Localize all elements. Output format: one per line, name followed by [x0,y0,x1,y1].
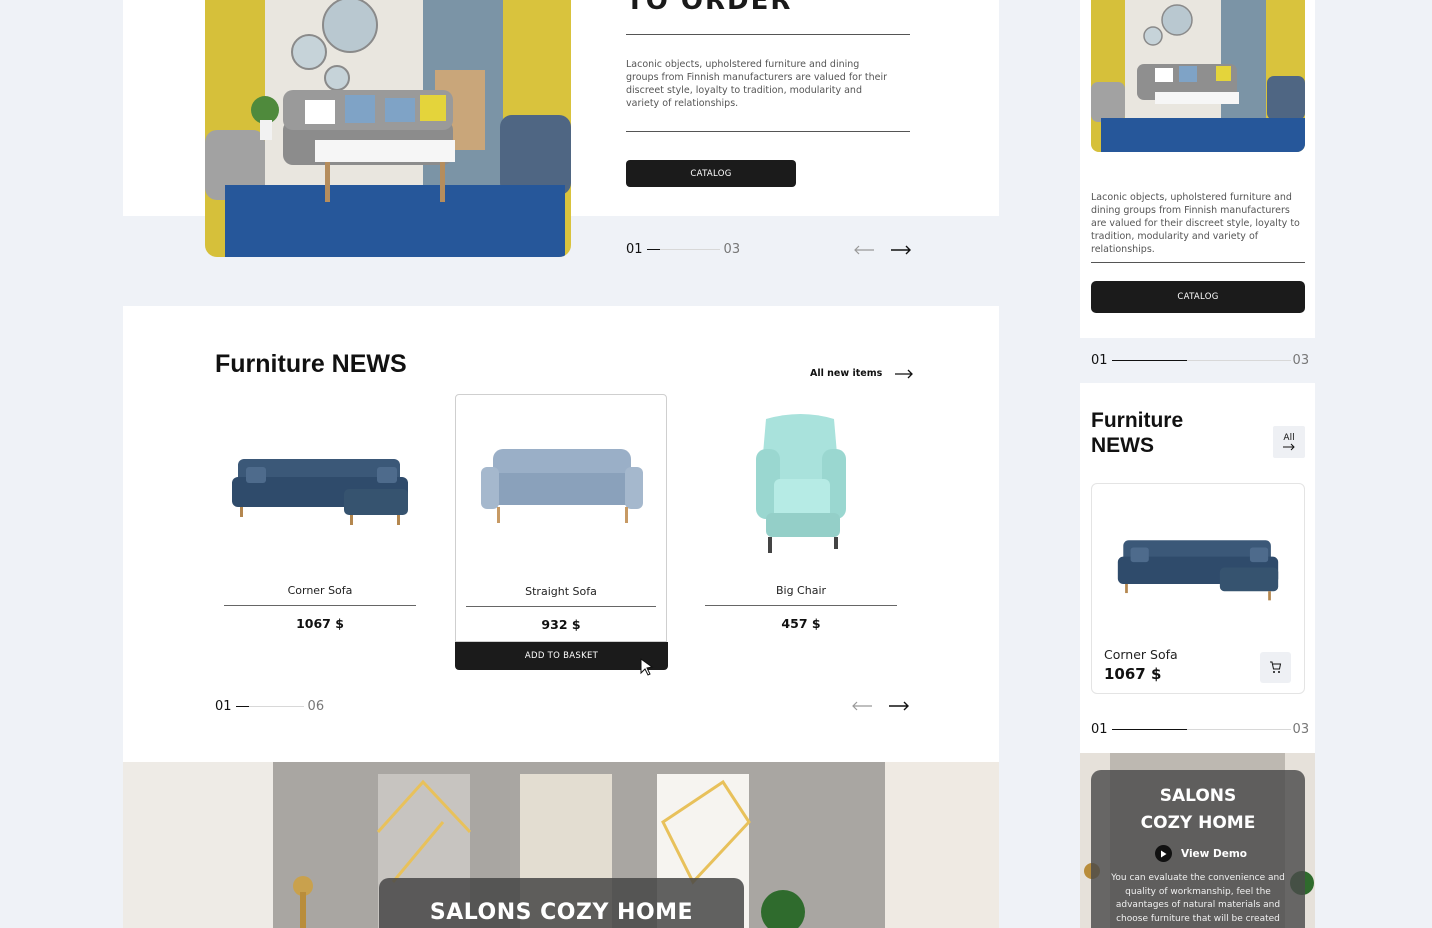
pager-track [248,706,304,707]
living-room-image [205,0,571,257]
divider [1091,262,1305,263]
news-title-light: Furniture [1091,409,1184,432]
arrow-right-icon[interactable] [890,245,912,255]
all-new-items-link[interactable]: All new items [810,368,914,379]
hero-pager: 01 03 [626,242,740,257]
pager-current: 01 [215,699,232,714]
mobile-salon-description: You can evaluate the convenience and qua… [1111,873,1285,924]
arrow-right-icon [1283,443,1295,451]
mobile-hero-pager: 01 03 [1091,353,1309,368]
all-label: All [1283,433,1295,443]
straight-sofa-image [466,405,658,565]
mobile-salon-title: SALONS COZY HOME [1091,783,1305,837]
mobile-all-button[interactable]: All [1273,426,1305,458]
hero-title: TO ORDER [626,0,793,16]
catalog-button[interactable]: CATALOG [626,160,796,187]
pager-track [659,249,720,250]
product-name: Big Chair [775,584,827,597]
salon-title-line: SALONS [1159,786,1237,806]
news-title: Furniture NEWS [215,350,407,379]
pager-current: 01 [1091,353,1108,368]
pager-progress [646,248,660,251]
pager-progress [1111,729,1187,730]
living-room-image [1091,0,1305,152]
mobile-hero-description: Laconic objects, upholstered furniture a… [1091,192,1300,255]
hero-description: Laconic objects, upholstered furniture a… [626,59,888,109]
salon-title-line: COZY HOME [1140,813,1256,833]
mouse-cursor-icon [640,658,654,676]
product-card[interactable]: Big Chair 457 $ [695,394,907,644]
view-demo-label: View Demo [1181,847,1248,860]
divider [626,131,910,132]
product-price: 457 $ [781,616,821,631]
pager-track [1186,360,1291,361]
cart-icon [1270,661,1282,673]
product-card[interactable]: Corner Sofa 1067 $ [214,394,426,644]
salon-title: SALONS COZY HOME [429,900,694,925]
divider [224,605,416,606]
add-to-basket-button[interactable]: ADD TO BASKET [455,642,668,670]
corner-sofa-image [1112,522,1284,608]
view-demo-button[interactable]: View Demo [1155,845,1247,862]
product-name: Corner Sofa [287,584,353,597]
divider [626,34,910,35]
divider [705,605,897,606]
product-name: Corner Sofa [1104,647,1178,662]
news-title-light: Furniture [215,350,325,378]
news-title-bold: NEWS [331,350,407,378]
product-price: 1067 $ [1104,665,1162,683]
add-to-cart-button[interactable] [1260,652,1291,683]
product-price: 932 $ [541,617,581,632]
news-pager: 01 06 [215,699,324,714]
pager-total: 03 [723,242,741,257]
pager-total: 03 [1292,353,1310,368]
product-price: 1067 $ [296,616,344,631]
pager-current: 01 [626,242,643,257]
mobile-news-title: Furniture NEWS [1091,408,1183,458]
arrow-left-icon[interactable] [851,701,873,711]
all-new-items-label: All new items [810,368,883,379]
arrow-right-icon[interactable] [888,701,910,711]
play-icon [1155,845,1172,862]
mobile-catalog-button[interactable]: CATALOG [1091,281,1305,313]
product-name: Straight Sofa [525,585,597,598]
pager-total: 06 [307,699,325,714]
corner-sofa-image [224,404,416,564]
divider [466,606,656,607]
mobile-news-pager: 01 03 [1091,722,1309,737]
pager-total: 03 [1292,722,1310,737]
armchair-image [705,404,897,564]
arrow-right-icon [895,369,914,378]
pager-current: 01 [1091,722,1108,737]
arrow-left-icon[interactable] [853,245,875,255]
pager-progress [1111,360,1187,361]
pager-progress [235,705,249,708]
pager-track [1186,729,1291,730]
product-card-active[interactable]: Straight Sofa 932 $ [455,394,667,642]
news-title-bold: NEWS [1091,434,1154,457]
